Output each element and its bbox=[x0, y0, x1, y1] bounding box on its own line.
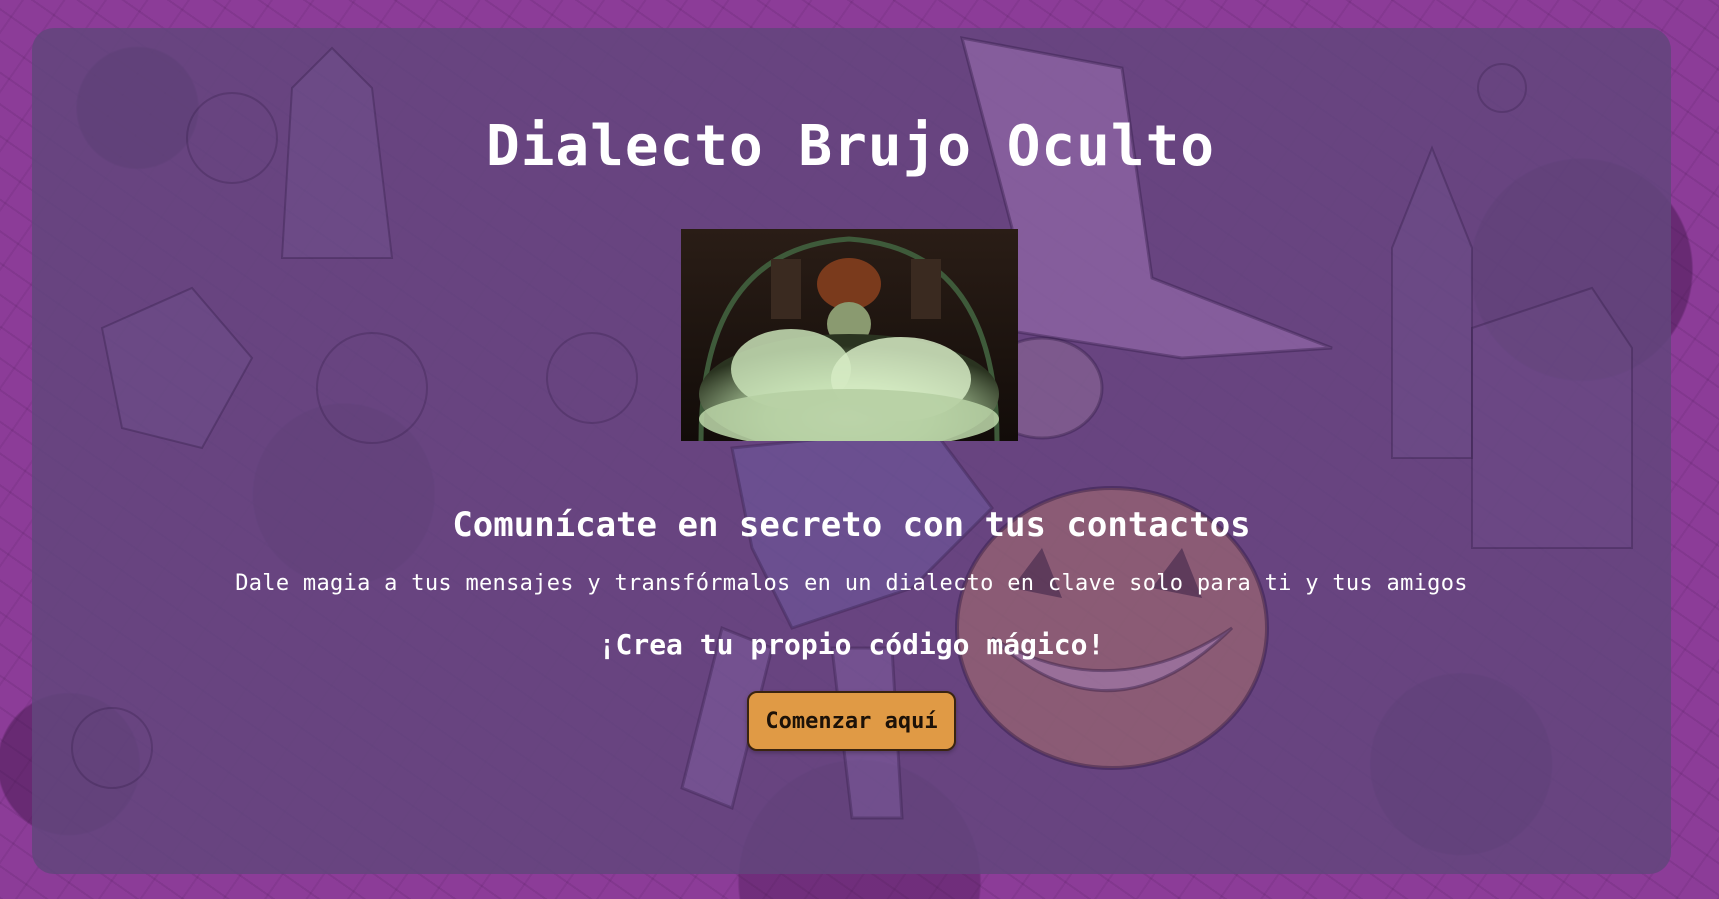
call-to-action-text: ¡Crea tu propio código mágico! bbox=[598, 628, 1105, 661]
cauldron-smoke-graphic bbox=[681, 229, 1018, 441]
main-panel: Dialecto Brujo Oculto Comunícate en secr… bbox=[32, 28, 1671, 874]
page-title: Dialecto Brujo Oculto bbox=[485, 114, 1215, 179]
subtitle: Comunícate en secreto con tus contactos bbox=[452, 505, 1251, 545]
start-button[interactable]: Comenzar aquí bbox=[747, 691, 956, 751]
witch-cauldron-image bbox=[681, 229, 1018, 441]
hero-content: Dialecto Brujo Oculto Comunícate en secr… bbox=[32, 28, 1671, 874]
description-text: Dale magia a tus mensajes y transfórmalo… bbox=[235, 571, 1468, 596]
